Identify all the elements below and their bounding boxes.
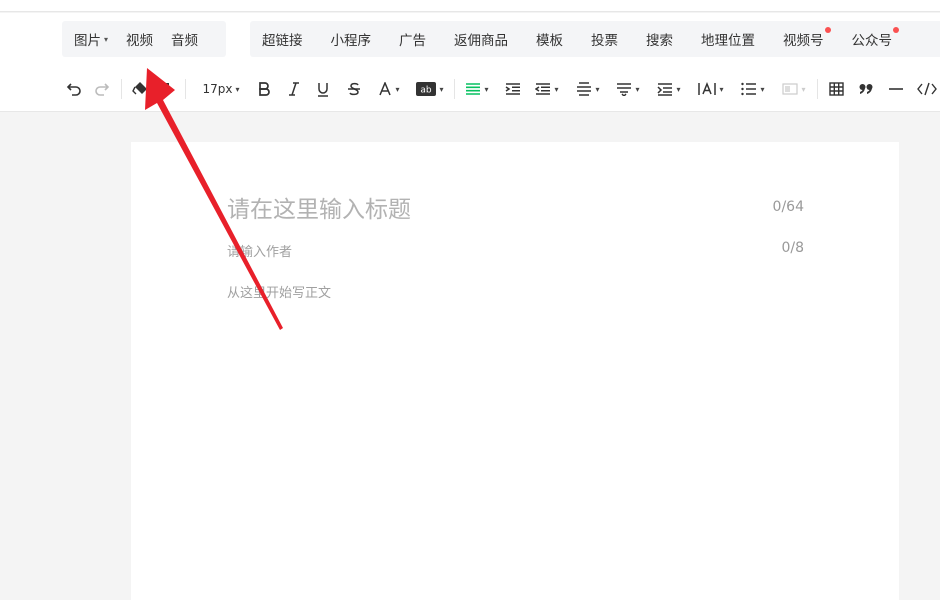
border-icon: ▾ (779, 66, 809, 112)
toolbar-separator (817, 79, 818, 99)
format-painter-icon[interactable] (130, 66, 150, 112)
caret-down-icon: ▾ (439, 84, 444, 94)
insert-official-account[interactable]: 公众号 (852, 27, 899, 49)
insert-menu-bar: 图片 ▾ 视频 音频 超链接 小程序 广告 返佣商品 模板 投票 搜索 地理位置 … (0, 13, 940, 66)
caret-down-icon: ▾ (676, 84, 681, 94)
insert-channels-video[interactable]: 视频号 (783, 27, 831, 49)
caret-down-icon: ▾ (395, 84, 400, 94)
caret-down-icon: ▾ (104, 34, 109, 44)
insert-search[interactable]: 搜索 (646, 29, 673, 49)
author-input[interactable]: 请输入作者 (227, 241, 292, 260)
caret-down-icon: ▾ (760, 84, 765, 94)
indent-icon[interactable] (503, 66, 523, 112)
notification-dot (824, 27, 831, 33)
insert-vote[interactable]: 投票 (591, 29, 618, 49)
italic-icon[interactable] (285, 66, 303, 112)
caret-down-icon: ▾ (235, 84, 240, 94)
paragraph-spacing-icon[interactable]: ▾ (573, 66, 603, 112)
toolbar-separator (121, 79, 122, 99)
editor-canvas: 请在这里输入标题 0/64 请输入作者 0/8 从这里开始写正文 (131, 142, 899, 600)
font-color-icon[interactable]: ▾ (374, 66, 404, 112)
content-insert-group: 超链接 小程序 广告 返佣商品 模板 投票 搜索 地理位置 视频号 公众号 (250, 21, 940, 57)
insert-image-menu[interactable]: 图片 ▾ (74, 29, 108, 49)
underline-icon[interactable] (314, 66, 332, 112)
title-char-count: 0/64 (772, 199, 804, 215)
insert-hyperlink[interactable]: 超链接 (262, 29, 303, 49)
first-line-indent-icon[interactable]: ▾ (532, 66, 562, 112)
toolbar-separator (454, 79, 455, 99)
author-char-count: 0/8 (781, 240, 804, 256)
caret-down-icon: ▾ (554, 84, 559, 94)
insert-mini-program[interactable]: 小程序 (331, 29, 372, 49)
insert-location[interactable]: 地理位置 (701, 29, 755, 49)
insert-template[interactable]: 模板 (536, 29, 563, 49)
body-editor[interactable]: 从这里开始写正文 (227, 282, 331, 301)
letter-spacing-icon[interactable]: ▾ (695, 66, 727, 112)
insert-ad[interactable]: 广告 (399, 29, 426, 49)
caret-down-icon: ▾ (801, 84, 806, 94)
title-input[interactable]: 请在这里输入标题 (227, 190, 411, 224)
code-icon[interactable] (914, 66, 940, 112)
font-size-select[interactable]: 17px ▾ (195, 66, 247, 112)
caret-down-icon: ▾ (484, 84, 489, 94)
bold-icon[interactable] (255, 66, 273, 112)
table-icon[interactable] (826, 66, 846, 112)
insert-commission-product[interactable]: 返佣商品 (454, 29, 508, 49)
background-color-icon[interactable]: ab ▾ (414, 66, 446, 112)
quote-icon[interactable] (856, 66, 876, 112)
undo-icon[interactable] (64, 66, 84, 112)
format-toolbar: 17px ▾ ▾ ab ▾ ▾ ▾ ▾ ▾ ▾ ▾ ▾ ▾ (0, 66, 940, 112)
divider-icon[interactable] (886, 66, 906, 112)
list-indent-icon[interactable]: ▾ (654, 66, 684, 112)
caret-down-icon: ▾ (719, 84, 724, 94)
caret-down-icon: ▾ (595, 84, 600, 94)
media-insert-group: 图片 ▾ 视频 音频 (62, 21, 226, 57)
insert-audio-menu[interactable]: 音频 (171, 29, 198, 49)
redo-icon[interactable] (92, 66, 112, 112)
toolbar-separator (185, 79, 186, 99)
line-height-icon[interactable]: ▾ (613, 66, 643, 112)
strikethrough-icon[interactable] (344, 66, 364, 112)
insert-video-menu[interactable]: 视频 (126, 29, 153, 49)
caret-down-icon: ▾ (635, 84, 640, 94)
bullet-list-icon[interactable]: ▾ (738, 66, 768, 112)
align-icon[interactable]: ▾ (462, 66, 492, 112)
notification-dot (893, 27, 899, 33)
svg-text:ab: ab (421, 86, 433, 96)
top-strip (0, 0, 940, 12)
clear-format-icon[interactable] (156, 66, 176, 112)
